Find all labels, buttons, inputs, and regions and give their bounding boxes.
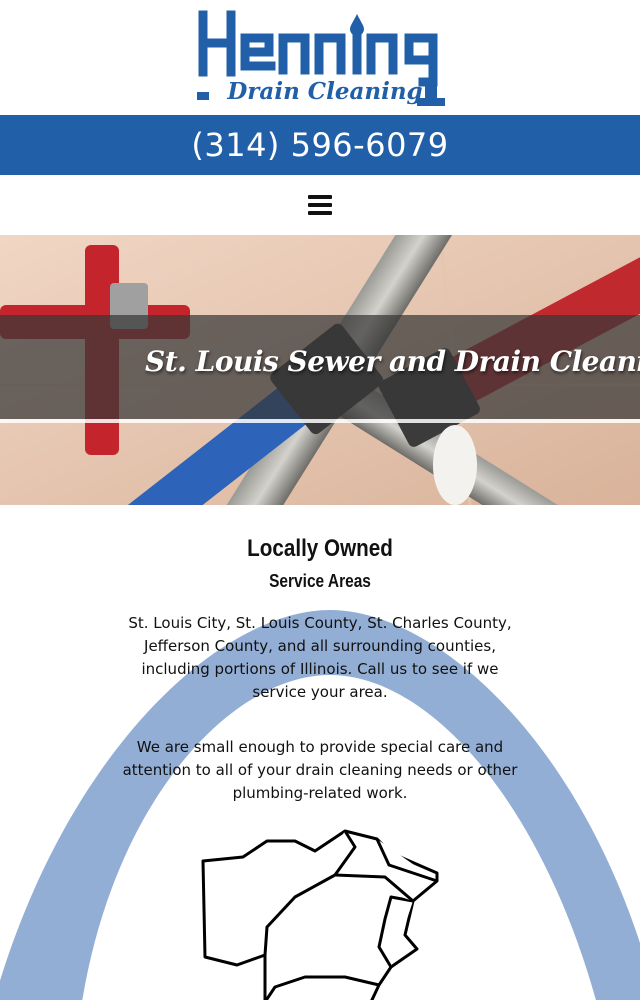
site-header: Drain Cleaning [0,0,640,115]
menu-line [308,211,332,215]
section-title: Locally Owned [247,535,393,562]
hero-divider [0,419,640,423]
service-areas-text: St. Louis City, St. Louis County, St. Ch… [128,614,512,701]
logo-tagline: Drain Cleaning [226,78,422,105]
care-text: We are small enough to provide special c… [122,738,518,802]
hero-title: St. Louis Sewer and Drain Cleaning [145,345,640,378]
menu-line [308,203,332,207]
hamburger-menu-icon[interactable] [308,195,332,215]
hero-banner: St. Louis Sewer and Drain Cleaning [0,235,640,505]
main-content: Locally Owned Service Areas St. Louis Ci… [0,505,640,1000]
menu-line [308,195,332,199]
nav-bar [0,175,640,235]
county-map-graphic [201,829,439,1000]
company-logo[interactable]: Drain Cleaning [195,10,455,110]
phone-bar: (314) 596-6079 [0,115,640,175]
phone-link[interactable]: (314) 596-6079 [191,126,448,164]
section-subtitle: Service Areas [269,571,371,591]
